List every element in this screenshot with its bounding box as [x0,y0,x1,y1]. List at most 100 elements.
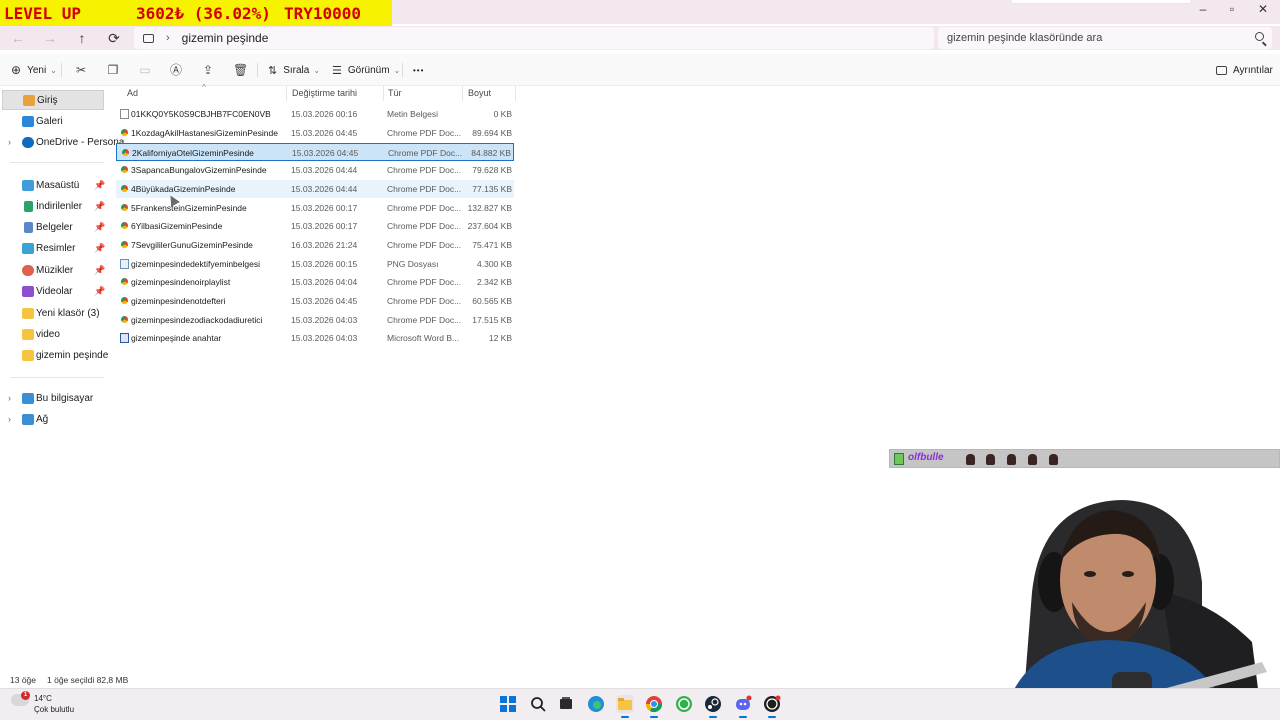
file-row[interactable]: 1KozdagAkilHastanesiGizeminPesinde 15.03… [116,124,514,142]
details-pane-button[interactable]: Ayrıntılar [1216,62,1273,78]
file-row[interactable]: gizeminpeşinde anahtar 15.03.2026 04:03 … [116,329,514,347]
minimize-button[interactable]: – [1188,2,1218,16]
pin-icon[interactable]: 📌 [94,222,105,233]
file-row[interactable]: 3SapancaBungalovGizeminPesinde 15.03.202… [116,161,514,179]
forward-button[interactable]: → [39,28,61,48]
obs-icon [764,695,781,712]
column-header-name[interactable]: Ad [127,88,138,100]
sidebar-item-video[interactable]: video [0,324,106,344]
maximize-button[interactable]: ▫ [1217,2,1247,16]
rename-icon[interactable]: Ⓐ [169,63,183,77]
pin-icon[interactable]: 📌 [94,265,105,276]
view-button[interactable]: ☰ Görünüm ⌄ [332,62,400,78]
sidebar-item-ag[interactable]: › Ağ [0,409,106,429]
sort-button[interactable]: ⇅ Sırala ⌄ [268,62,320,78]
file-row-selected[interactable]: 2KaliforniyaOtelGizeminPesinde 15.03.202… [116,143,514,161]
sidebar-item-belgeler[interactable]: Belgeler 📌 [0,217,106,237]
column-divider[interactable] [462,86,463,101]
home-icon [23,94,35,106]
share-icon[interactable]: ⇪ [201,63,215,77]
steam-icon [705,696,721,712]
column-header-type[interactable]: Tür [388,88,402,100]
taskbar-app-chrome[interactable] [645,695,663,718]
desktop-icon [22,179,34,191]
sidebar-item-galeri[interactable]: Galeri [0,111,106,131]
expand-chevron-icon[interactable]: › [8,137,11,147]
file-size: 77.135 KB [472,184,512,194]
paste-icon[interactable]: ▭ [138,63,152,77]
new-button[interactable]: ⊕ Yeni ⌄ [11,62,57,78]
copy-icon[interactable]: ❐ [106,63,120,77]
pin-icon[interactable]: 📌 [94,201,105,212]
back-button[interactable]: ← [7,28,29,48]
start-button[interactable] [499,695,517,713]
sidebar-item-gizemin-pesinde[interactable]: gizemin peşinde [0,345,109,365]
breadcrumb-current-folder[interactable]: gizemin peşinde [182,31,269,45]
file-name: 7SevgililerGunuGizeminPesinde [131,240,253,250]
cut-icon[interactable]: ✂ [74,63,88,77]
sidebar-item-bu-bilgisayar[interactable]: › Bu bilgisayar [0,388,106,408]
sidebar-item-muzikler[interactable]: Müzikler 📌 [0,260,106,280]
address-bar[interactable]: › gizemin peşinde [134,27,934,49]
pin-icon[interactable]: 📌 [94,286,105,297]
column-divider[interactable] [286,86,287,101]
expand-chevron-icon[interactable]: › [8,393,11,403]
banner-goal-text: TRY10000 [284,3,362,23]
taskbar-search-button[interactable] [529,695,547,713]
file-size: 4.300 KB [477,259,512,269]
pin-icon[interactable]: 📌 [94,180,105,191]
file-row[interactable]: gizeminpesindenotdefteri 15.03.2026 04:4… [116,292,514,310]
file-type: Chrome PDF Doc... [387,221,462,231]
refresh-button[interactable]: ⟳ [103,28,125,48]
file-row[interactable]: gizeminpesindenoirplaylist 15.03.2026 04… [116,273,514,291]
file-row[interactable]: 6YilbasiGizeminPesinde 15.03.2026 00:17 … [116,217,514,235]
column-header-size[interactable]: Boyut [468,88,491,100]
taskbar-app-discord[interactable] [734,695,752,718]
column-divider[interactable] [515,86,516,101]
file-name: 2KaliforniyaOtelGizeminPesinde [132,148,254,158]
details-pane-label: Ayrıntılar [1233,64,1273,76]
expand-chevron-icon[interactable]: › [8,414,11,424]
more-options-button[interactable]: ••• [413,62,424,78]
delete-icon[interactable]: 🗑 [233,63,248,77]
file-row[interactable]: gizeminpesindezodiackodadiuretici 15.03.… [116,311,514,329]
sidebar-item-yeni-klasor-3[interactable]: Yeni klasör (3) [0,303,106,323]
task-view-button[interactable] [557,695,575,713]
taskbar-app-obs[interactable] [763,695,781,718]
sidebar-item-label: Resimler [36,242,76,254]
sidebar-item-resimler[interactable]: Resimler 📌 [0,238,106,258]
search-icon[interactable] [1255,32,1264,41]
search-placeholder: gizemin peşinde klasöründe ara [947,32,1103,44]
plus-circle-icon: ⊕ [11,63,22,77]
file-date: 16.03.2026 21:24 [291,240,358,250]
pin-icon[interactable]: 📌 [94,243,105,254]
column-divider[interactable] [383,86,384,101]
taskbar-app-edge[interactable] [587,695,605,713]
taskbar-app-file-explorer[interactable] [616,695,634,718]
file-row[interactable]: 7SevgililerGunuGizeminPesinde 16.03.2026… [116,236,514,254]
file-row[interactable]: gizeminpesindedektifyeminbelgesi 15.03.2… [116,255,514,273]
file-size: 132.827 KB [467,203,512,213]
sidebar-item-indirilenler[interactable]: İndirilenler 📌 [0,196,106,216]
weather-temperature[interactable]: 14°C [34,694,52,703]
discord-icon [736,695,752,710]
sidebar-item-masaustu[interactable]: Masaüstü 📌 [0,175,106,195]
sort-button-label: Sırala [283,64,310,76]
taskbar-app-steam[interactable] [704,695,722,718]
banner-level-text: LEVEL UP [4,3,82,23]
search-input[interactable]: gizemin peşinde klasöründe ara [938,27,1272,49]
viewer-avatar-icon [966,454,975,465]
sidebar-item-label: gizemin peşinde [36,349,109,361]
sidebar-item-videolar[interactable]: Videolar 📌 [0,281,106,301]
weather-description[interactable]: Çok bulutlu [34,705,74,714]
taskbar-app-whatsapp[interactable] [675,695,693,713]
sidebar-item-onedrive[interactable]: › OneDrive - Persona [0,132,124,152]
file-name: gizeminpesindedektifyeminbelgesi [131,259,260,269]
up-button[interactable]: ↑ [71,28,93,48]
chevron-right-icon[interactable]: › [166,32,170,44]
close-button[interactable]: ✕ [1248,2,1278,16]
column-header-date[interactable]: Değiştirme tarihi [292,88,357,100]
file-row[interactable]: 01KKQ0Y5K0S9CBJHB7FC0EN0VB 15.03.2026 00… [116,105,514,123]
downloads-icon [24,200,33,212]
sidebar-item-giris[interactable]: Giriş [2,90,104,110]
